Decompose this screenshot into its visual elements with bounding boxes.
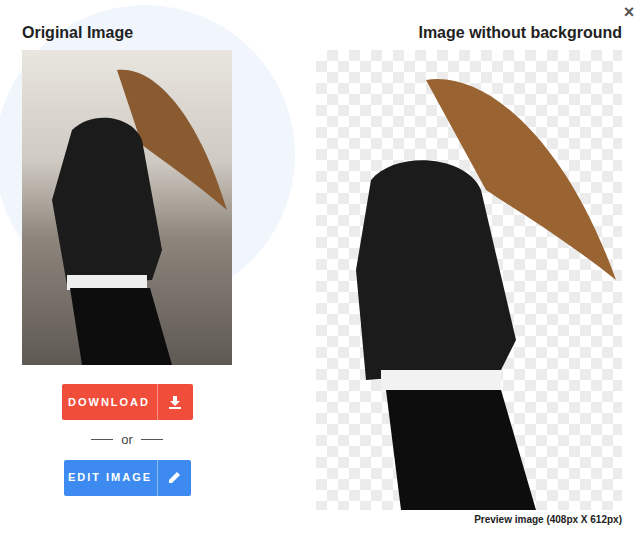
original-title: Original Image xyxy=(22,22,133,44)
download-icon xyxy=(168,395,182,409)
or-separator: or xyxy=(91,430,163,450)
download-button[interactable]: DOWNLOAD xyxy=(62,384,193,420)
result-title: Image without background xyxy=(418,22,622,44)
edit-image-button[interactable]: EDIT IMAGE xyxy=(64,460,191,496)
pencil-icon xyxy=(168,471,181,484)
person-icon xyxy=(22,50,232,365)
result-preview xyxy=(316,50,622,510)
cutout-icon xyxy=(316,50,622,510)
original-column: Original Image DOWNLOAD or xyxy=(22,22,232,527)
dialog: × Original Image DOWNLOAD o xyxy=(0,0,644,547)
result-column: Image without background Preview image (… xyxy=(316,22,622,527)
close-button[interactable]: × xyxy=(620,2,638,22)
preview-caption: Preview image (408px X 612px) xyxy=(474,512,622,527)
original-photo xyxy=(22,50,232,365)
